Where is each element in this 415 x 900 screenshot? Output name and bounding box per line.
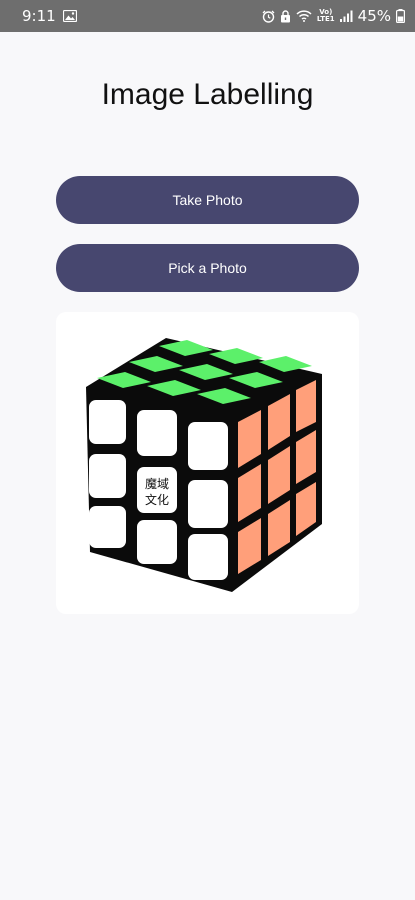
battery-icon <box>396 9 405 23</box>
svg-text:文化: 文化 <box>145 492 169 507</box>
alarm-icon <box>262 10 275 23</box>
pick-photo-button[interactable]: Pick a Photo <box>56 244 359 292</box>
volte-icon: Vo) LTE1 <box>316 8 335 23</box>
battery-percentage: 45% <box>357 7 391 25</box>
take-photo-button[interactable]: Take Photo <box>56 176 359 224</box>
status-right: Vo) LTE1 45% <box>262 7 405 25</box>
rubiks-cube-image: 魔域 文化 <box>86 338 322 592</box>
status-left: 9:11 <box>22 7 77 25</box>
page-title: Image Labelling <box>101 78 314 111</box>
gallery-icon <box>62 10 77 22</box>
status-bar: 9:11 Vo) LTE1 45% <box>0 0 415 32</box>
wifi-icon <box>296 10 312 22</box>
image-preview: 魔域 文化 <box>56 312 359 614</box>
lock-icon <box>280 9 291 23</box>
svg-text:魔域: 魔域 <box>145 476 169 491</box>
status-time: 9:11 <box>22 7 56 25</box>
signal-icon <box>339 10 353 22</box>
